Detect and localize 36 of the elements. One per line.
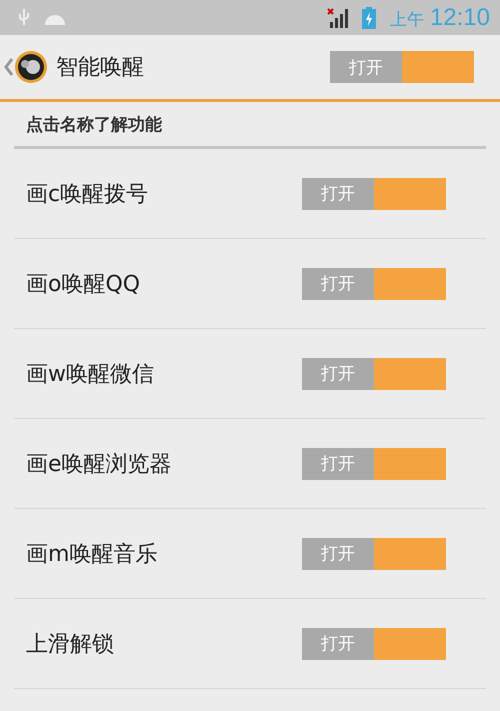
feature-name[interactable]: 画e唤醒浏览器 <box>26 448 302 478</box>
switch-label: 打开 <box>320 273 356 296</box>
toggle-switch[interactable]: 打开 <box>302 358 446 390</box>
switch-thumb[interactable] <box>374 268 446 300</box>
toggle-switch[interactable]: 打开 <box>330 51 474 83</box>
back-icon[interactable] <box>4 57 14 77</box>
switch-label: 打开 <box>320 453 356 476</box>
toggle-switch[interactable]: 打开 <box>302 178 446 210</box>
app-icon <box>14 50 48 84</box>
switch-label: 打开 <box>320 543 356 566</box>
section-title: 点击名称了解功能 <box>26 114 162 136</box>
switch-thumb[interactable] <box>374 628 446 660</box>
switch-thumb[interactable] <box>374 358 446 390</box>
toggle-switch[interactable]: 打开 <box>302 268 446 300</box>
switch-thumb[interactable] <box>374 538 446 570</box>
feature-name[interactable]: 上滑解锁 <box>26 628 302 658</box>
feature-name[interactable]: 画c唤醒拨号 <box>26 178 302 208</box>
switch-label: 打开 <box>320 183 356 206</box>
usb-icon <box>18 8 30 26</box>
app-title: 智能唤醒 <box>56 54 144 82</box>
feature-name[interactable]: 画o唤醒QQ <box>26 268 302 298</box>
toggle-switch[interactable]: 打开 <box>302 538 446 570</box>
switch-label: 打开 <box>320 633 356 656</box>
switch-thumb[interactable] <box>374 178 446 210</box>
feature-name[interactable]: 画w唤醒微信 <box>26 358 302 388</box>
signal-icon <box>326 8 348 28</box>
switch-thumb[interactable] <box>374 448 446 480</box>
switch-label: 打开 <box>320 363 356 386</box>
feature-name[interactable]: 画m唤醒音乐 <box>26 538 302 568</box>
time-period: 上午 <box>390 8 424 30</box>
clock-time: 12:10 <box>430 4 490 32</box>
switch-thumb[interactable] <box>402 51 474 83</box>
toggle-switch[interactable]: 打开 <box>302 628 446 660</box>
toggle-switch[interactable]: 打开 <box>302 448 446 480</box>
battery-icon <box>362 6 376 28</box>
switch-label: 打开 <box>348 56 384 80</box>
